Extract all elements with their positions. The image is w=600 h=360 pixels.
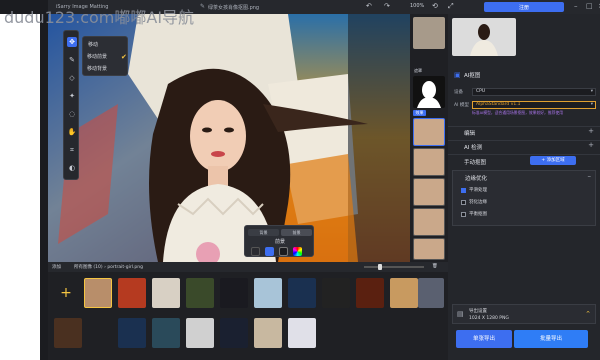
brush-icon[interactable]: ✎ (67, 55, 77, 65)
gallery-thumb[interactable] (152, 318, 180, 348)
gallery-thumb[interactable] (288, 318, 316, 348)
maximize-icon[interactable]: □ (586, 2, 593, 10)
device-select[interactable]: CPU ▾ (472, 88, 596, 96)
move-background-option[interactable]: 移动背景 (87, 65, 107, 72)
result-thumb[interactable] (413, 208, 445, 236)
lasso-icon[interactable]: ◌ (67, 109, 77, 119)
export-settings[interactable]: ▤ 导出设置 1024 X 1280 PNG ⌃ (452, 304, 596, 324)
collapse-icon[interactable]: – (588, 172, 592, 180)
check-icon: ✔ (121, 53, 127, 61)
export-icon: ▤ (457, 310, 464, 318)
zoom-reset-icon[interactable]: ⟲ (432, 2, 438, 10)
watermark-text: dudu123.com嘟嘟AI导航 (4, 8, 195, 27)
chevron-up-icon[interactable]: ⌃ (585, 310, 591, 318)
gallery-thumb[interactable] (254, 318, 282, 348)
add-image-icon[interactable]: + (54, 278, 78, 308)
gallery-thumb[interactable] (418, 278, 444, 308)
gallery-thumb[interactable] (118, 278, 146, 308)
gallery-thumb[interactable] (390, 278, 418, 308)
edge-option-smooth[interactable]: 平滑处理 (461, 187, 487, 193)
compare-icon[interactable]: ◐ (67, 163, 77, 173)
result-thumb[interactable] (413, 238, 445, 260)
section-manual[interactable]: 手动抠图 (464, 158, 486, 166)
move-popup: 移动 移动前景 ✔ 移动背景 (82, 36, 128, 76)
model-note: 标准AI模型，适合通用场景抠图，效果较好，推荐使用 (472, 110, 564, 115)
swatch-transparent[interactable] (251, 247, 260, 256)
hand-icon[interactable]: ✋ (67, 127, 77, 137)
fit-screen-icon[interactable]: ⤢ (448, 2, 454, 11)
gallery-thumb[interactable] (118, 318, 146, 348)
swatch-dark[interactable] (279, 247, 288, 256)
edge-option-feather[interactable]: 羽化边缘 (461, 199, 487, 205)
move-title: 移动 (88, 42, 99, 48)
background-popup: 背景 前景 前景 (244, 225, 314, 257)
model-select[interactable]: AlphaStandard v1.1 ▾ (472, 101, 596, 109)
delete-icon[interactable]: 🗑 (432, 264, 438, 269)
gallery-thumb[interactable] (356, 278, 384, 308)
register-button[interactable]: 注册 (484, 2, 564, 12)
mask-thumb[interactable] (413, 76, 445, 108)
tab-foreground-bg[interactable]: 背景 (248, 229, 279, 236)
gallery-thumb[interactable] (220, 318, 248, 348)
file-name: 绿茶女孩肖像抠图.png (208, 4, 260, 11)
result-thumb[interactable] (413, 178, 445, 206)
move-tool-icon[interactable]: ✥ (67, 37, 77, 47)
redo-icon[interactable]: ↷ (384, 2, 390, 10)
popup-title: 前景 (274, 239, 285, 245)
gallery-thumb[interactable] (220, 278, 248, 308)
single-export-button[interactable]: 单张导出 (456, 330, 512, 348)
breadcrumb: 所有图像 (10) › portrait-girl.png (74, 265, 144, 270)
undo-icon[interactable]: ↶ (366, 2, 372, 10)
device-label: 设备 (454, 90, 463, 95)
gallery-thumb[interactable] (84, 278, 112, 308)
original-thumb[interactable] (413, 17, 445, 49)
add-label[interactable]: 添加 (52, 264, 61, 270)
add-region-button[interactable]: + 添加区域 (530, 156, 576, 165)
model-label: AI 模型 (454, 103, 469, 108)
batch-export-button[interactable]: 批量导出 (514, 330, 588, 348)
edit-icon[interactable]: ✎ (200, 3, 205, 10)
eraser-icon[interactable]: ◇ (67, 73, 77, 83)
left-margin (0, 14, 48, 360)
edge-title: 边缘优化 (465, 176, 488, 182)
wand-icon[interactable]: ✦ (67, 91, 77, 101)
edge-options-box: 边缘优化 – 平滑处理 羽化边缘 平衡抠图 (452, 170, 596, 226)
crop-icon[interactable]: ⌗ (67, 145, 77, 155)
minimize-icon[interactable]: – (574, 2, 578, 10)
swatch-palette[interactable] (293, 247, 302, 256)
cutout-preview (452, 18, 516, 56)
export-size: 1024 X 1280 PNG (469, 316, 509, 321)
edge-option-balance[interactable]: 平衡抠图 (461, 211, 487, 217)
tool-column: ✥ ✎ ◇ ✦ ◌ ✋ ⌗ ◐ (63, 30, 79, 180)
section-ai-detect[interactable]: AI 检测 (464, 143, 482, 151)
move-foreground-option[interactable]: 移动前景 (87, 53, 107, 60)
thumb-size-slider[interactable] (364, 264, 424, 270)
expand-icon[interactable]: + (588, 141, 594, 149)
gallery-thumb[interactable] (322, 278, 350, 308)
swatch-blue[interactable] (265, 247, 274, 256)
section-edit[interactable]: 编辑 (464, 129, 475, 137)
preview-column: 遮罩 效果 (410, 14, 448, 262)
gallery-thumb[interactable] (152, 278, 180, 308)
result-thumb[interactable] (413, 118, 445, 146)
gallery-thumb[interactable] (186, 278, 214, 308)
result-thumb[interactable] (413, 148, 445, 176)
export-title: 导出设置 (469, 309, 487, 314)
image-gallery: 添加 所有图像 (10) › portrait-girl.png 🗑 + (48, 262, 448, 360)
gallery-thumb[interactable] (186, 318, 214, 348)
gallery-thumb[interactable] (254, 278, 282, 308)
gallery-bar: 添加 所有图像 (10) › portrait-girl.png 🗑 (48, 262, 448, 272)
ai-icon: ▣ (454, 71, 461, 79)
expand-icon[interactable]: + (588, 127, 594, 135)
mask-label: 遮罩 (414, 68, 422, 73)
right-panel: ▣ AI抠图 设备 CPU ▾ AI 模型 AlphaStandard v1.1 ▾… (448, 14, 600, 360)
zoom-level[interactable]: 100% (410, 3, 424, 9)
gallery-thumb[interactable] (54, 318, 82, 348)
tab-foreground[interactable]: 前景 (281, 229, 312, 236)
result-badge: 效果 (413, 110, 426, 116)
ai-title: AI抠图 (464, 73, 481, 79)
gallery-thumb[interactable] (288, 278, 316, 308)
